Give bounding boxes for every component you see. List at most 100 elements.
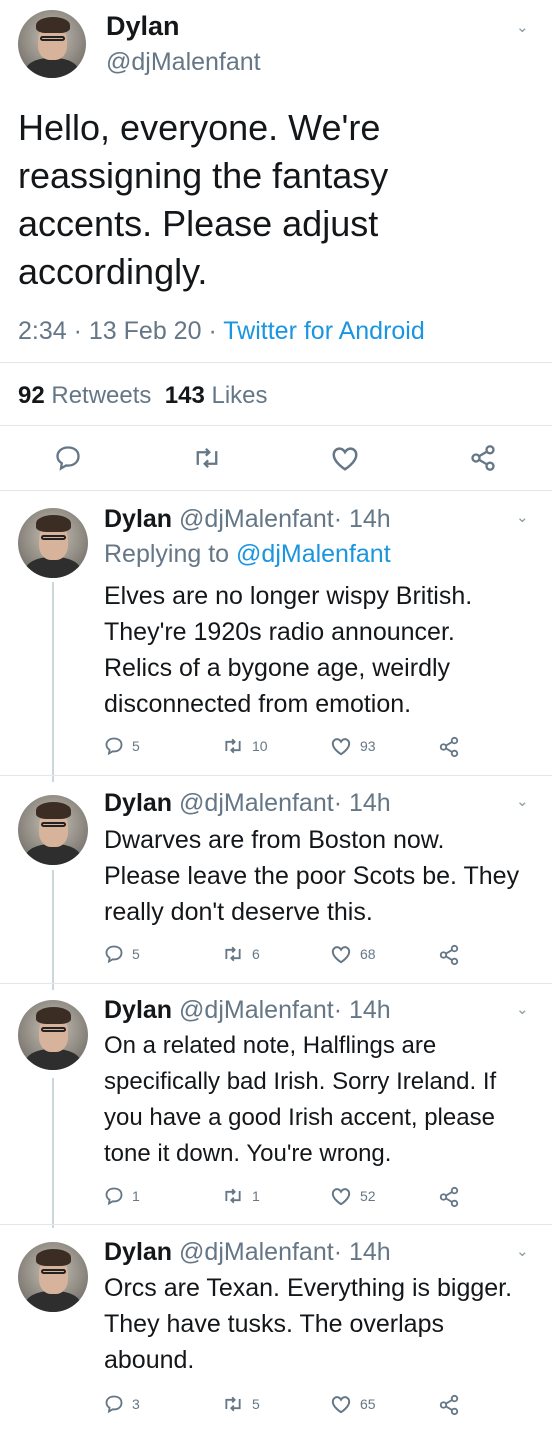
tweet-source[interactable]: Twitter for Android — [223, 317, 424, 345]
reply-button[interactable]: 1 — [104, 1186, 140, 1206]
retweets-label: Retweets — [51, 382, 152, 409]
share-icon — [439, 1186, 459, 1208]
author-handle[interactable]: @djMalenfant — [106, 46, 261, 78]
thread-line — [52, 870, 54, 990]
reply-icon[interactable] — [54, 444, 82, 472]
chevron-down-icon[interactable]: ⌄ — [516, 1000, 529, 1018]
share-button[interactable] — [438, 944, 460, 966]
reply-author-name[interactable]: Dylan — [104, 789, 172, 817]
like-icon — [331, 946, 351, 964]
reply-button[interactable]: 3 — [104, 1394, 140, 1414]
like-icon[interactable] — [330, 444, 360, 472]
reply-age: 14h — [348, 1238, 391, 1266]
replying-to-handle[interactable]: @djMalenfant — [236, 540, 391, 568]
reply-author-handle[interactable]: @djMalenfant — [179, 505, 334, 533]
retweet-icon — [225, 738, 241, 754]
retweet-count: 6 — [252, 946, 260, 962]
meta-separator: · — [333, 789, 343, 817]
reply-icon — [105, 737, 123, 756]
share-button[interactable] — [438, 1186, 460, 1208]
chevron-down-icon[interactable]: ⌄ — [516, 1242, 529, 1260]
reply-button[interactable]: 5 — [104, 736, 140, 756]
reply-icon — [105, 1395, 123, 1414]
reply-count: 5 — [132, 738, 140, 754]
reply-actions: 5 6 68 — [104, 944, 504, 968]
avatar[interactable] — [18, 508, 88, 578]
reply-header: Dylan @djMalenfant· 14h — [104, 994, 391, 1026]
chevron-down-icon[interactable]: ⌄ — [516, 508, 529, 526]
like-count: 65 — [360, 1396, 376, 1412]
reply-author-handle[interactable]: @djMalenfant — [179, 789, 334, 817]
tweet-text: Hello, everyone. We're reassigning the f… — [18, 107, 389, 292]
share-icon — [439, 1394, 459, 1416]
retweet-icon[interactable] — [192, 444, 222, 472]
reply-header: Dylan @djMalenfant· 14h — [104, 503, 391, 535]
retweet-count: 5 — [252, 1396, 260, 1412]
reply-icon — [105, 945, 123, 964]
like-button[interactable]: 68 — [330, 944, 376, 964]
share-button[interactable] — [438, 736, 460, 758]
reply-actions: 3 5 65 — [104, 1394, 504, 1418]
retweet-icon — [225, 946, 241, 962]
reply-text: Orcs are Texan. Everything is bigger. Th… — [104, 1274, 513, 1374]
thread-line — [52, 582, 54, 782]
reply-text: On a related note, Halflings are specifi… — [104, 1032, 497, 1167]
avatar[interactable] — [18, 10, 86, 78]
retweet-button[interactable]: 1 — [222, 1186, 260, 1206]
tweet-stats: 92 Retweets 143 Likes — [18, 380, 268, 412]
retweet-button[interactable]: 5 — [222, 1394, 260, 1414]
retweet-button[interactable]: 6 — [222, 944, 260, 964]
retweets-count: 92 — [18, 382, 45, 409]
avatar[interactable] — [18, 1000, 88, 1070]
reply-text: Elves are no longer wispy British. They'… — [104, 582, 473, 718]
like-button[interactable]: 52 — [330, 1186, 376, 1206]
reply-author-handle[interactable]: @djMalenfant — [179, 1238, 334, 1266]
likes-stat[interactable]: 143 Likes — [165, 382, 268, 409]
reply-count: 5 — [132, 946, 140, 962]
reply-header: Dylan @djMalenfant· 14h — [104, 1236, 391, 1268]
reply-text: Dwarves are from Boston now. Please leav… — [104, 826, 520, 926]
reply-author-name[interactable]: Dylan — [104, 996, 172, 1024]
avatar[interactable] — [18, 1242, 88, 1312]
reply-author-name[interactable]: Dylan — [104, 1238, 172, 1266]
retweet-icon — [225, 1396, 241, 1412]
divider — [0, 983, 552, 984]
tweet-date: 13 Feb 20 — [88, 317, 202, 345]
meta-separator: · — [333, 1238, 343, 1266]
meta-separator: · — [73, 317, 82, 345]
retweet-icon — [225, 1188, 241, 1204]
retweet-button[interactable]: 10 — [222, 736, 268, 756]
reply-author-name[interactable]: Dylan — [104, 505, 172, 533]
retweets-stat[interactable]: 92 Retweets — [18, 382, 151, 409]
reply-age: 14h — [348, 505, 391, 533]
author-name[interactable]: Dylan — [106, 8, 180, 44]
like-button[interactable]: 93 — [330, 736, 376, 756]
like-count: 52 — [360, 1188, 376, 1204]
like-count: 93 — [360, 738, 376, 754]
replying-to: Replying to @djMalenfant — [104, 538, 391, 570]
meta-separator: · — [333, 996, 343, 1024]
avatar[interactable] — [18, 795, 88, 865]
share-icon[interactable] — [468, 444, 498, 472]
tweet-meta: 2:34 · 13 Feb 20 · Twitter for Android — [18, 314, 425, 348]
reply-icon — [105, 1187, 123, 1206]
reply-actions: 5 10 93 — [104, 736, 504, 760]
share-button[interactable] — [438, 1394, 460, 1416]
reply-count: 3 — [132, 1396, 140, 1412]
reply-header: Dylan @djMalenfant· 14h — [104, 787, 391, 819]
reply-button[interactable]: 5 — [104, 944, 140, 964]
chevron-down-icon[interactable]: ⌄ — [516, 792, 529, 810]
reply-author-handle[interactable]: @djMalenfant — [179, 996, 334, 1024]
like-icon — [331, 738, 351, 756]
like-button[interactable]: 65 — [330, 1394, 376, 1414]
divider — [0, 362, 552, 363]
divider — [0, 425, 552, 426]
likes-label: Likes — [211, 382, 268, 409]
divider — [0, 490, 552, 491]
retweet-count: 10 — [252, 738, 268, 754]
divider — [0, 1224, 552, 1225]
retweet-count: 1 — [252, 1188, 260, 1204]
share-icon — [439, 736, 459, 758]
chevron-down-icon[interactable]: ⌄ — [516, 18, 529, 36]
reply-actions: 1 1 52 — [104, 1186, 504, 1210]
